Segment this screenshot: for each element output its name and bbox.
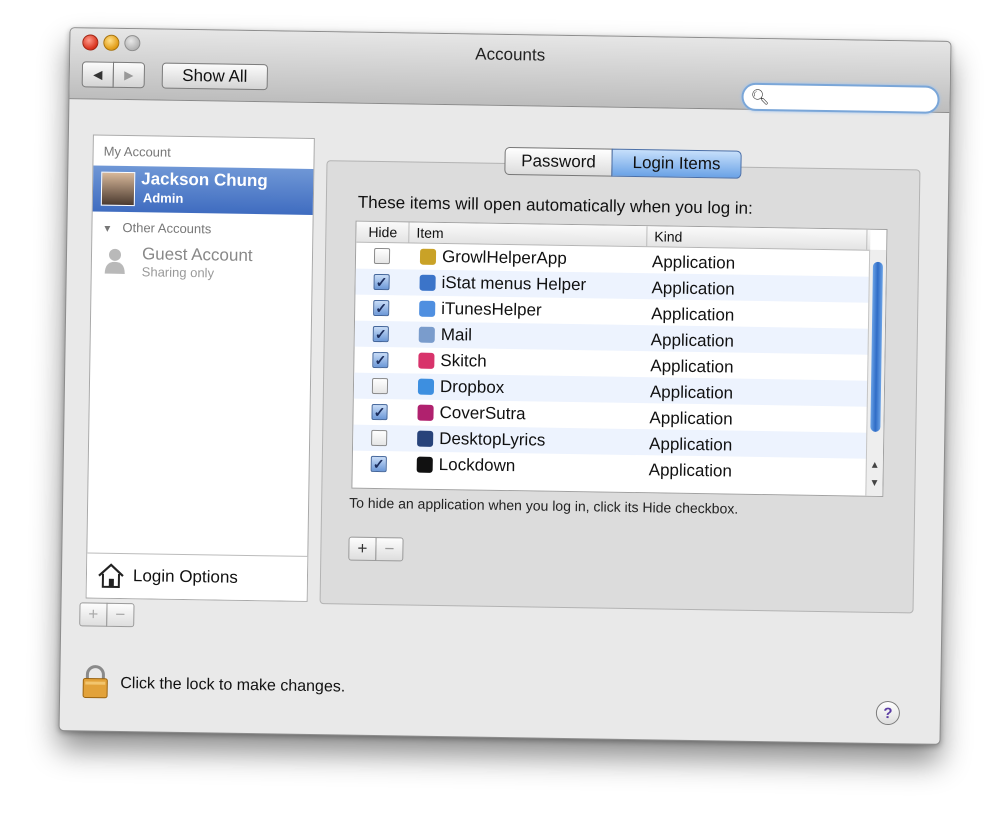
lock-icon[interactable] bbox=[80, 664, 111, 699]
hide-checkbox[interactable]: ✓ bbox=[372, 351, 389, 369]
item-name: iStat menus Helper bbox=[441, 272, 587, 295]
lock-message: Click the lock to make changes. bbox=[120, 674, 346, 696]
item-name: Lockdown bbox=[438, 454, 516, 476]
istat-icon bbox=[419, 274, 436, 291]
coversutra-icon bbox=[417, 404, 434, 421]
login-items-table: Hide Item Kind GrowlHelperApp Application… bbox=[351, 220, 888, 497]
item-kind: Application bbox=[649, 408, 733, 429]
scroll-down-icon[interactable]: ▼ bbox=[869, 478, 879, 489]
hide-checkbox[interactable] bbox=[371, 429, 388, 447]
column-hide[interactable]: Hide bbox=[368, 224, 397, 240]
avatar bbox=[100, 171, 136, 207]
hide-checkbox[interactable]: ✓ bbox=[372, 325, 389, 343]
add-account-button[interactable]: + bbox=[79, 602, 108, 627]
help-button[interactable]: ? bbox=[875, 700, 901, 726]
disclosure-triangle-icon[interactable]: ▼ bbox=[102, 224, 112, 235]
growl-icon bbox=[419, 248, 437, 265]
tab-password[interactable]: Password bbox=[504, 146, 613, 177]
item-kind: Application bbox=[650, 356, 734, 377]
desktoplyrics-icon bbox=[417, 430, 434, 447]
item-name: Dropbox bbox=[439, 376, 505, 397]
remove-login-item-button[interactable]: − bbox=[375, 536, 404, 562]
item-kind: Application bbox=[648, 460, 733, 481]
show-all-button[interactable]: Show All bbox=[161, 62, 269, 91]
vertical-scrollbar[interactable]: ▲ ▼ bbox=[865, 249, 887, 496]
item-name: CoverSutra bbox=[439, 402, 526, 424]
account-row-current-user[interactable]: Jackson Chung Admin bbox=[92, 165, 314, 215]
column-item[interactable]: Item bbox=[416, 225, 443, 241]
user-name: Jackson Chung bbox=[141, 169, 268, 191]
itunes-icon bbox=[419, 300, 436, 317]
other-accounts-header: Other Accounts bbox=[122, 219, 212, 237]
login-options-label: Login Options bbox=[132, 566, 239, 587]
item-kind: Application bbox=[651, 252, 736, 273]
item-name: Mail bbox=[440, 324, 473, 345]
hide-checkbox[interactable]: ✓ bbox=[373, 273, 390, 291]
search-field[interactable]: 🔍︎ bbox=[741, 82, 940, 114]
remove-account-button[interactable]: − bbox=[106, 602, 135, 628]
item-kind: Application bbox=[649, 382, 734, 403]
item-name: GrowlHelperApp bbox=[441, 246, 567, 268]
hide-checkbox[interactable]: ✓ bbox=[371, 403, 388, 421]
guest-user-icon bbox=[104, 248, 125, 275]
lockdown-icon bbox=[416, 456, 433, 473]
item-kind: Application bbox=[648, 434, 733, 455]
user-role: Admin bbox=[142, 190, 184, 206]
guest-account-name[interactable]: Guest Account bbox=[142, 244, 253, 266]
search-icon: 🔍︎ bbox=[750, 88, 770, 107]
house-icon bbox=[98, 563, 124, 588]
mail-icon bbox=[418, 326, 435, 343]
hide-checkbox[interactable]: ✓ bbox=[370, 455, 387, 473]
scroll-up-icon[interactable]: ▲ bbox=[870, 460, 880, 471]
column-kind[interactable]: Kind bbox=[654, 228, 682, 244]
item-kind: Application bbox=[651, 304, 735, 325]
scroll-thumb[interactable] bbox=[870, 261, 883, 432]
title-bar: Accounts ◀ ▶ Show All 🔍︎ bbox=[69, 28, 951, 114]
back-button[interactable]: ◀ bbox=[81, 61, 115, 88]
accounts-list: My Account Jackson Chung Admin ▼ Other A… bbox=[85, 134, 315, 602]
accounts-window: Accounts ◀ ▶ Show All 🔍︎ My Account Jack… bbox=[58, 27, 952, 745]
skitch-icon bbox=[418, 352, 435, 369]
item-kind: Application bbox=[650, 330, 735, 351]
add-login-item-button[interactable]: + bbox=[348, 536, 377, 561]
item-name: iTunesHelper bbox=[441, 298, 542, 320]
item-name: DesktopLyrics bbox=[439, 428, 546, 450]
item-kind: Application bbox=[651, 278, 735, 299]
my-account-header: My Account bbox=[103, 143, 171, 160]
tab-login-items[interactable]: Login Items bbox=[611, 148, 742, 179]
hide-checkbox[interactable] bbox=[373, 247, 391, 265]
guest-account-role: Sharing only bbox=[141, 264, 215, 281]
hide-checkbox[interactable] bbox=[371, 377, 389, 395]
forward-button[interactable]: ▶ bbox=[112, 61, 146, 89]
login-options-row[interactable]: Login Options bbox=[86, 552, 308, 601]
dropbox-icon bbox=[417, 378, 435, 395]
item-name: Skitch bbox=[440, 350, 487, 371]
hide-checkbox[interactable]: ✓ bbox=[373, 299, 390, 317]
